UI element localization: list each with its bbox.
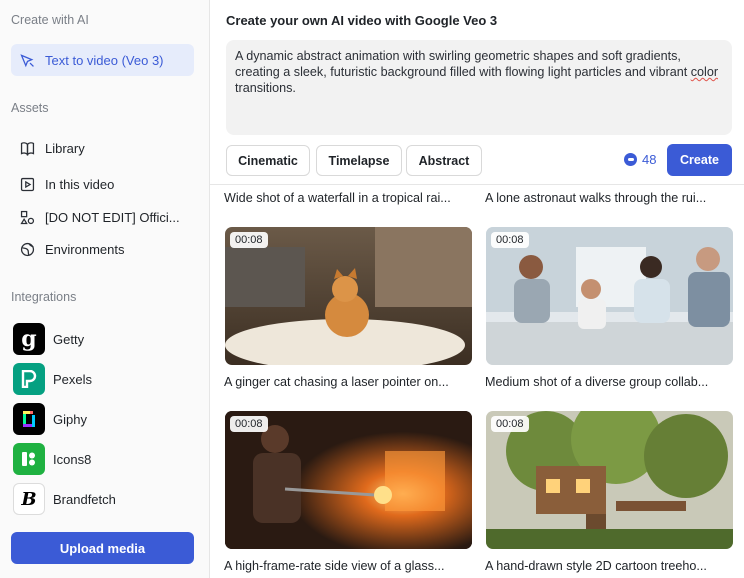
integration-icons8[interactable]: Icons8 [13, 443, 91, 475]
video-duration: 00:08 [230, 232, 268, 248]
upload-media-button[interactable]: Upload media [11, 532, 194, 564]
credits-value: 48 [642, 152, 657, 167]
pexels-logo-icon [13, 363, 45, 395]
page-title: Create your own AI video with Google Veo… [226, 13, 498, 28]
film-icon [17, 174, 37, 194]
main-panel: Create your own AI video with Google Veo… [210, 0, 744, 578]
integration-getty[interactable]: g Getty [13, 323, 84, 355]
sidebar-item-label: In this video [45, 176, 115, 192]
integration-label: Pexels [53, 371, 93, 387]
video-thumbnail-cat[interactable]: 00:08 [225, 227, 472, 365]
video-caption-cat[interactable]: A ginger cat chasing a laser pointer on.… [224, 375, 471, 389]
giphy-logo-icon [13, 403, 45, 435]
sidebar-item-label: Library [45, 140, 85, 156]
style-chip-timelapse[interactable]: Timelapse [316, 145, 402, 176]
sidebar-item-label: Text to video (Veo 3) [45, 52, 164, 68]
create-button[interactable]: Create [667, 144, 732, 176]
integration-label: Brandfetch [53, 491, 116, 507]
integration-brandfetch[interactable]: B Brandfetch [13, 483, 116, 515]
prompt-text: A dynamic abstract animation with swirli… [235, 49, 691, 79]
shapes-icon [17, 207, 37, 227]
video-caption-astronaut[interactable]: A lone astronaut walks through the rui..… [485, 191, 732, 205]
sidebar-item-environments[interactable]: Environments [11, 233, 194, 265]
style-chip-cinematic[interactable]: Cinematic [226, 145, 310, 176]
credits-icon [624, 153, 637, 166]
video-duration: 00:08 [230, 416, 268, 432]
video-duration: 00:08 [491, 232, 529, 248]
prompt-spellcheck-word: color [690, 65, 719, 79]
brandfetch-logo-icon: B [13, 483, 45, 515]
sidebar-item-library[interactable]: Library [11, 132, 194, 164]
style-chip-abstract[interactable]: Abstract [406, 145, 482, 176]
video-caption-meeting[interactable]: Medium shot of a diverse group collab... [485, 375, 732, 389]
video-caption-treehouse[interactable]: A hand-drawn style 2D cartoon treeho... [485, 559, 732, 573]
getty-logo-icon: g [13, 323, 45, 355]
integration-label: Giphy [53, 411, 87, 427]
assets-heading: Assets [11, 101, 49, 115]
icons8-logo-icon [13, 443, 45, 475]
book-icon [17, 138, 37, 158]
video-thumbnail-meeting[interactable]: 00:08 [486, 227, 733, 365]
sidebar-item-brand-kit[interactable]: [DO NOT EDIT] Offici... [11, 201, 194, 233]
sidebar-item-label: Environments [45, 241, 125, 257]
video-thumbnail-glassblower[interactable]: 00:08 [225, 411, 472, 549]
video-caption-waterfall[interactable]: Wide shot of a waterfall in a tropical r… [224, 191, 471, 205]
video-thumbnail-treehouse[interactable]: 00:08 [486, 411, 733, 549]
app-window: Create with AI Text to video (Veo 3) Ass… [0, 0, 744, 578]
text-to-video-icon [17, 50, 37, 70]
video-caption-glassblower[interactable]: A high-frame-rate side view of a glass..… [224, 559, 471, 573]
integration-pexels[interactable]: Pexels [13, 363, 92, 395]
integrations-heading: Integrations [11, 290, 77, 304]
integration-giphy[interactable]: Giphy [13, 403, 87, 435]
prompt-text-end: transitions. [235, 81, 296, 95]
sidebar: Create with AI Text to video (Veo 3) Ass… [0, 0, 210, 578]
integration-label: Icons8 [53, 451, 92, 467]
integration-label: Getty [53, 331, 85, 347]
sidebar-item-text-to-video[interactable]: Text to video (Veo 3) [11, 44, 194, 76]
globe-icon [17, 239, 37, 259]
sidebar-item-in-this-video[interactable]: In this video [11, 168, 194, 200]
prompt-input[interactable]: A dynamic abstract animation with swirli… [226, 40, 732, 135]
video-duration: 00:08 [491, 416, 529, 432]
create-with-ai-heading: Create with AI [11, 13, 89, 27]
sidebar-item-label: [DO NOT EDIT] Offici... [45, 209, 180, 225]
divider [210, 184, 744, 185]
credits-counter: 48 [624, 152, 656, 167]
